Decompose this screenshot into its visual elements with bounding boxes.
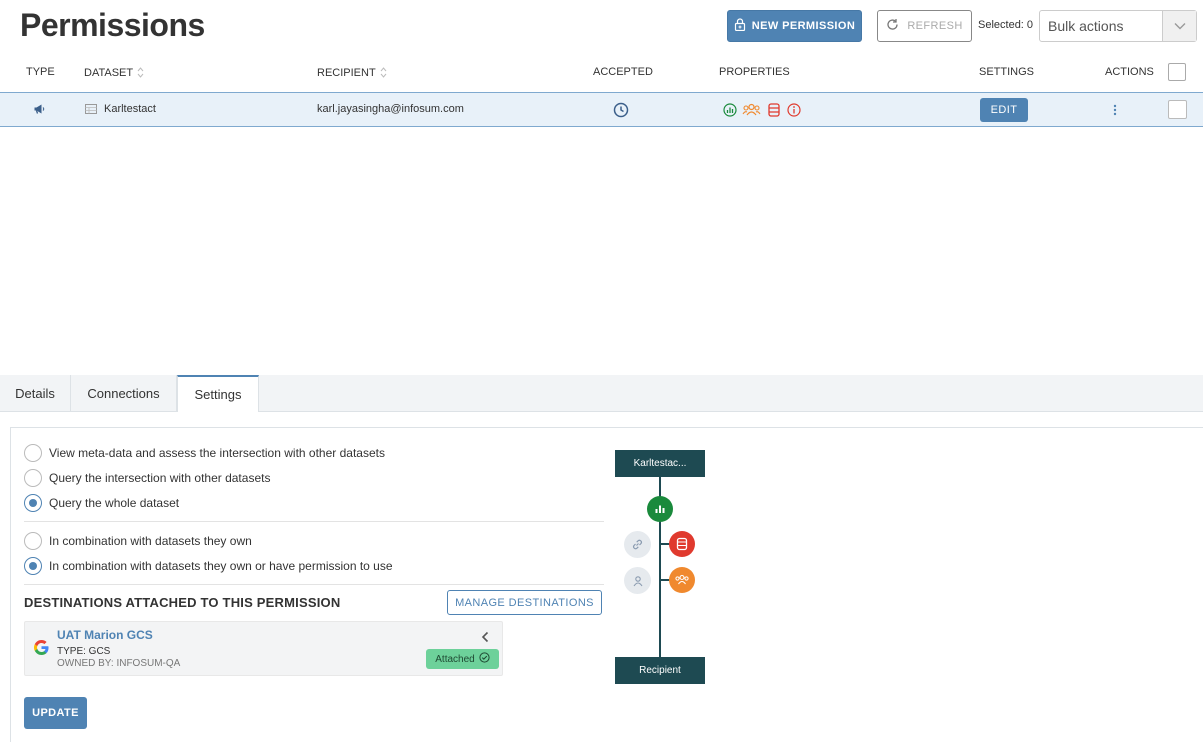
check-circle-icon xyxy=(479,652,490,666)
chart-circle-icon xyxy=(723,103,737,120)
chevron-down-icon[interactable] xyxy=(1162,11,1196,41)
clock-icon xyxy=(613,102,629,121)
column-header-settings: SETTINGS xyxy=(979,66,1035,78)
attached-badge: Attached xyxy=(426,649,499,669)
kebab-menu-icon[interactable] xyxy=(1113,104,1117,119)
bulk-actions-value: Bulk actions xyxy=(1048,18,1124,34)
tab-connections[interactable]: Connections xyxy=(71,375,177,412)
radio-button[interactable] xyxy=(24,557,42,575)
user-icon xyxy=(624,567,651,594)
radio-button[interactable] xyxy=(24,494,42,512)
new-permission-label: NEW PERMISSION xyxy=(751,20,856,32)
row-checkbox[interactable] xyxy=(1168,100,1187,119)
details-tabs: Details Connections Settings xyxy=(0,375,1203,412)
radio-query-intersection[interactable]: Query the intersection with other datase… xyxy=(24,469,270,487)
users-icon xyxy=(742,103,761,120)
column-header-type: TYPE xyxy=(26,66,55,78)
refresh-icon xyxy=(886,18,899,34)
chart-icon xyxy=(647,496,673,522)
database-icon xyxy=(768,103,780,120)
radio-button[interactable] xyxy=(24,532,42,550)
diagram-dataset-node: Karltestac... xyxy=(615,450,705,477)
dataset-table-icon xyxy=(85,104,97,117)
info-icon xyxy=(787,103,801,120)
table-row[interactable]: Karltestact karl.jayasingha@infosum.com … xyxy=(0,92,1203,127)
radio-query-whole-dataset[interactable]: Query the whole dataset xyxy=(24,494,179,512)
destination-name-link[interactable]: UAT Marion GCS xyxy=(57,628,153,642)
recipient-email: karl.jayasingha@infosum.com xyxy=(317,103,464,115)
refresh-button[interactable]: REFRESH xyxy=(877,10,972,42)
edit-button[interactable]: EDIT xyxy=(980,98,1028,122)
link-icon xyxy=(624,531,651,558)
radio-label: In combination with datasets they own xyxy=(49,534,252,548)
radio-button[interactable] xyxy=(24,469,42,487)
column-header-properties: PROPERTIES xyxy=(719,66,790,78)
radio-label: In combination with datasets they own or… xyxy=(49,559,393,573)
tab-settings[interactable]: Settings xyxy=(177,375,259,412)
sort-icon[interactable] xyxy=(380,66,387,79)
chevron-left-icon[interactable] xyxy=(481,630,489,648)
column-header-dataset[interactable]: DATASET xyxy=(84,66,144,79)
users-icon xyxy=(669,567,695,593)
radio-label: Query the intersection with other datase… xyxy=(49,471,271,485)
bulk-actions-select[interactable]: Bulk actions xyxy=(1039,10,1197,42)
column-header-recipient[interactable]: RECIPIENT xyxy=(317,66,387,79)
radio-label: View meta-data and assess the intersecti… xyxy=(49,446,385,460)
radio-datasets-they-own[interactable]: In combination with datasets they own xyxy=(24,532,252,550)
destination-owner: OWNED BY: INFOSUM-QA xyxy=(57,658,181,669)
destinations-title: DESTINATIONS ATTACHED TO THIS PERMISSION xyxy=(24,595,341,610)
tab-details[interactable]: Details xyxy=(0,375,71,412)
radio-view-metadata[interactable]: View meta-data and assess the intersecti… xyxy=(24,444,385,462)
sort-icon[interactable] xyxy=(137,66,144,79)
destination-card[interactable]: UAT Marion GCS TYPE: GCS OWNED BY: INFOS… xyxy=(24,621,503,676)
radio-label: Query the whole dataset xyxy=(49,496,180,510)
divider xyxy=(24,584,604,585)
new-permission-button[interactable]: NEW PERMISSION xyxy=(727,10,862,42)
refresh-label: REFRESH xyxy=(907,20,963,32)
diagram-recipient-node: Recipient xyxy=(615,657,705,684)
attached-label: Attached xyxy=(435,653,475,665)
google-icon xyxy=(34,640,49,660)
page-title: Permissions xyxy=(20,7,205,43)
database-icon xyxy=(669,531,695,557)
destination-type: TYPE: GCS xyxy=(57,646,111,657)
column-header-actions: ACTIONS xyxy=(1105,66,1154,78)
lock-add-icon xyxy=(734,18,746,34)
column-header-accepted: ACCEPTED xyxy=(593,66,653,78)
update-button[interactable]: UPDATE xyxy=(24,697,87,729)
radio-datasets-own-or-permitted[interactable]: In combination with datasets they own or… xyxy=(24,557,393,575)
selected-count: Selected: 0 xyxy=(978,19,1034,31)
dataset-name: Karltestact xyxy=(104,103,156,115)
radio-button[interactable] xyxy=(24,444,42,462)
manage-destinations-button[interactable]: MANAGE DESTINATIONS xyxy=(447,590,602,615)
select-all-checkbox[interactable] xyxy=(1168,63,1186,81)
megaphone-icon xyxy=(33,103,46,118)
divider xyxy=(24,521,604,522)
